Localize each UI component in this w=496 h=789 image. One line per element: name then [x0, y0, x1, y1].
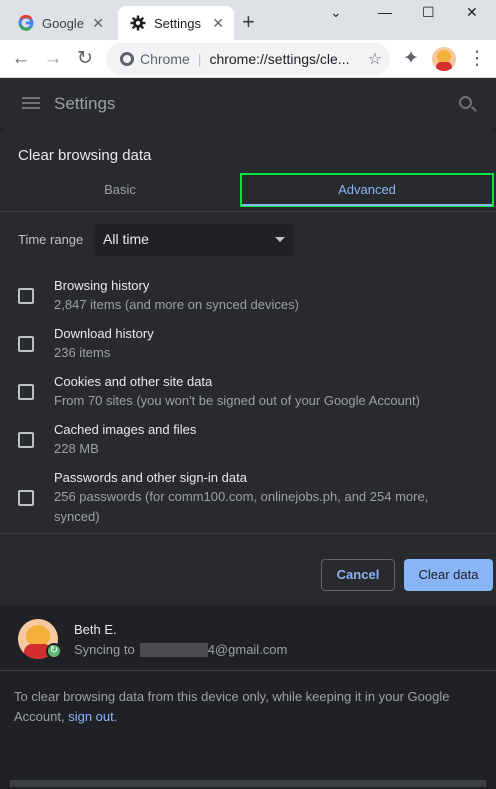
toolbar: ← → ↻ Chrome | chrome://settings/cle... … — [0, 40, 496, 78]
option-label: Browsing history — [54, 278, 150, 293]
divider — [0, 211, 496, 212]
close-icon[interactable]: ✕ — [212, 15, 224, 32]
close-icon[interactable]: ✕ — [92, 15, 104, 32]
menu-dots-icon[interactable]: ⋮ — [466, 48, 488, 70]
forward-icon[interactable]: → — [42, 48, 64, 70]
option-description: From 70 sites (you won't be signed out o… — [54, 393, 420, 408]
tab-search-icon[interactable]: ⌄ — [330, 4, 342, 21]
option-description: 256 passwords (for comm100.com, onlinejo… — [54, 489, 429, 524]
hamburger-menu-icon[interactable] — [22, 97, 40, 109]
tab-strip: Google ✕ Settings ✕ + ⌄ — ☐ ✕ — [0, 0, 496, 40]
checkbox[interactable] — [18, 336, 34, 352]
checkbox[interactable] — [18, 490, 34, 506]
new-tab-button[interactable]: + — [242, 10, 255, 34]
email-suffix: 4@gmail.com — [207, 642, 288, 657]
search-icon[interactable] — [459, 96, 472, 109]
time-range-select[interactable]: All time — [94, 224, 294, 256]
checkbox[interactable] — [18, 432, 34, 448]
sign-out-link[interactable]: sign out — [68, 709, 114, 724]
option-label: Passwords and other sign-in data — [54, 470, 247, 485]
settings-header: Settings — [0, 78, 496, 128]
tab-advanced[interactable]: Advanced — [240, 173, 494, 207]
option-description: 228 MB — [54, 441, 99, 456]
dropdown-arrow-icon — [275, 237, 285, 242]
option-description: 236 items — [54, 345, 111, 360]
time-range-label: Time range — [18, 232, 84, 247]
account-name: Beth E. — [74, 622, 117, 637]
reload-icon[interactable]: ↻ — [74, 48, 96, 70]
profile-avatar[interactable] — [432, 47, 456, 71]
google-icon — [18, 14, 34, 31]
site-name: Chrome — [140, 51, 190, 67]
minimize-button[interactable]: — — [378, 4, 392, 20]
checkbox[interactable] — [18, 288, 34, 304]
gear-icon — [130, 15, 146, 31]
divider — [0, 533, 496, 534]
dialog-title: Clear browsing data — [18, 147, 152, 164]
chrome-icon — [120, 52, 134, 66]
time-range-value: All time — [103, 231, 149, 247]
account-section: ↻ Beth E. Syncing to 4@gmail.com To clea… — [0, 605, 496, 745]
sync-prefix: Syncing to — [74, 642, 135, 657]
divider: | — [197, 51, 202, 67]
back-icon[interactable]: ← — [10, 48, 32, 70]
option-label: Cookies and other site data — [54, 374, 213, 389]
address-bar[interactable]: Chrome | chrome://settings/cle... ☆ — [106, 43, 390, 75]
scrollbar-thumb[interactable] — [10, 780, 486, 787]
tab-basic[interactable]: Basic — [0, 174, 240, 208]
account-sync-status: Syncing to 4@gmail.com — [74, 642, 287, 657]
window-close-button[interactable]: ✕ — [466, 4, 478, 21]
option-label: Download history — [54, 326, 154, 341]
maximize-button[interactable]: ☐ — [422, 4, 435, 21]
tab-google-title: Google — [42, 15, 84, 31]
bookmark-star-icon[interactable]: ☆ — [368, 49, 382, 69]
tab-advanced-label: Advanced — [338, 182, 396, 197]
note-end: . — [113, 709, 118, 724]
tab-selected-indicator — [242, 204, 492, 206]
option-label: Cached images and files — [54, 422, 197, 437]
settings-title: Settings — [54, 94, 116, 113]
sync-icon: ↻ — [46, 643, 62, 659]
cancel-button[interactable]: Cancel — [321, 559, 395, 591]
checkbox[interactable] — [18, 384, 34, 400]
divider — [0, 670, 496, 671]
url-text: chrome://settings/cle... — [209, 51, 350, 67]
redacted-email — [139, 642, 208, 657]
option-description: 2,847 items (and more on synced devices) — [54, 297, 299, 312]
horizontal-scrollbar[interactable] — [0, 778, 496, 789]
sign-out-note: To clear browsing data from this device … — [14, 687, 484, 727]
tab-google[interactable]: Google ✕ — [8, 6, 114, 40]
clear-data-button[interactable]: Clear data — [404, 559, 493, 591]
clear-browsing-data-dialog: Clear browsing data Basic Advanced Time … — [0, 128, 496, 745]
extensions-icon[interactable]: ✦ — [400, 48, 422, 70]
tab-settings[interactable]: Settings ✕ — [118, 6, 234, 40]
tab-settings-title: Settings — [154, 15, 201, 31]
